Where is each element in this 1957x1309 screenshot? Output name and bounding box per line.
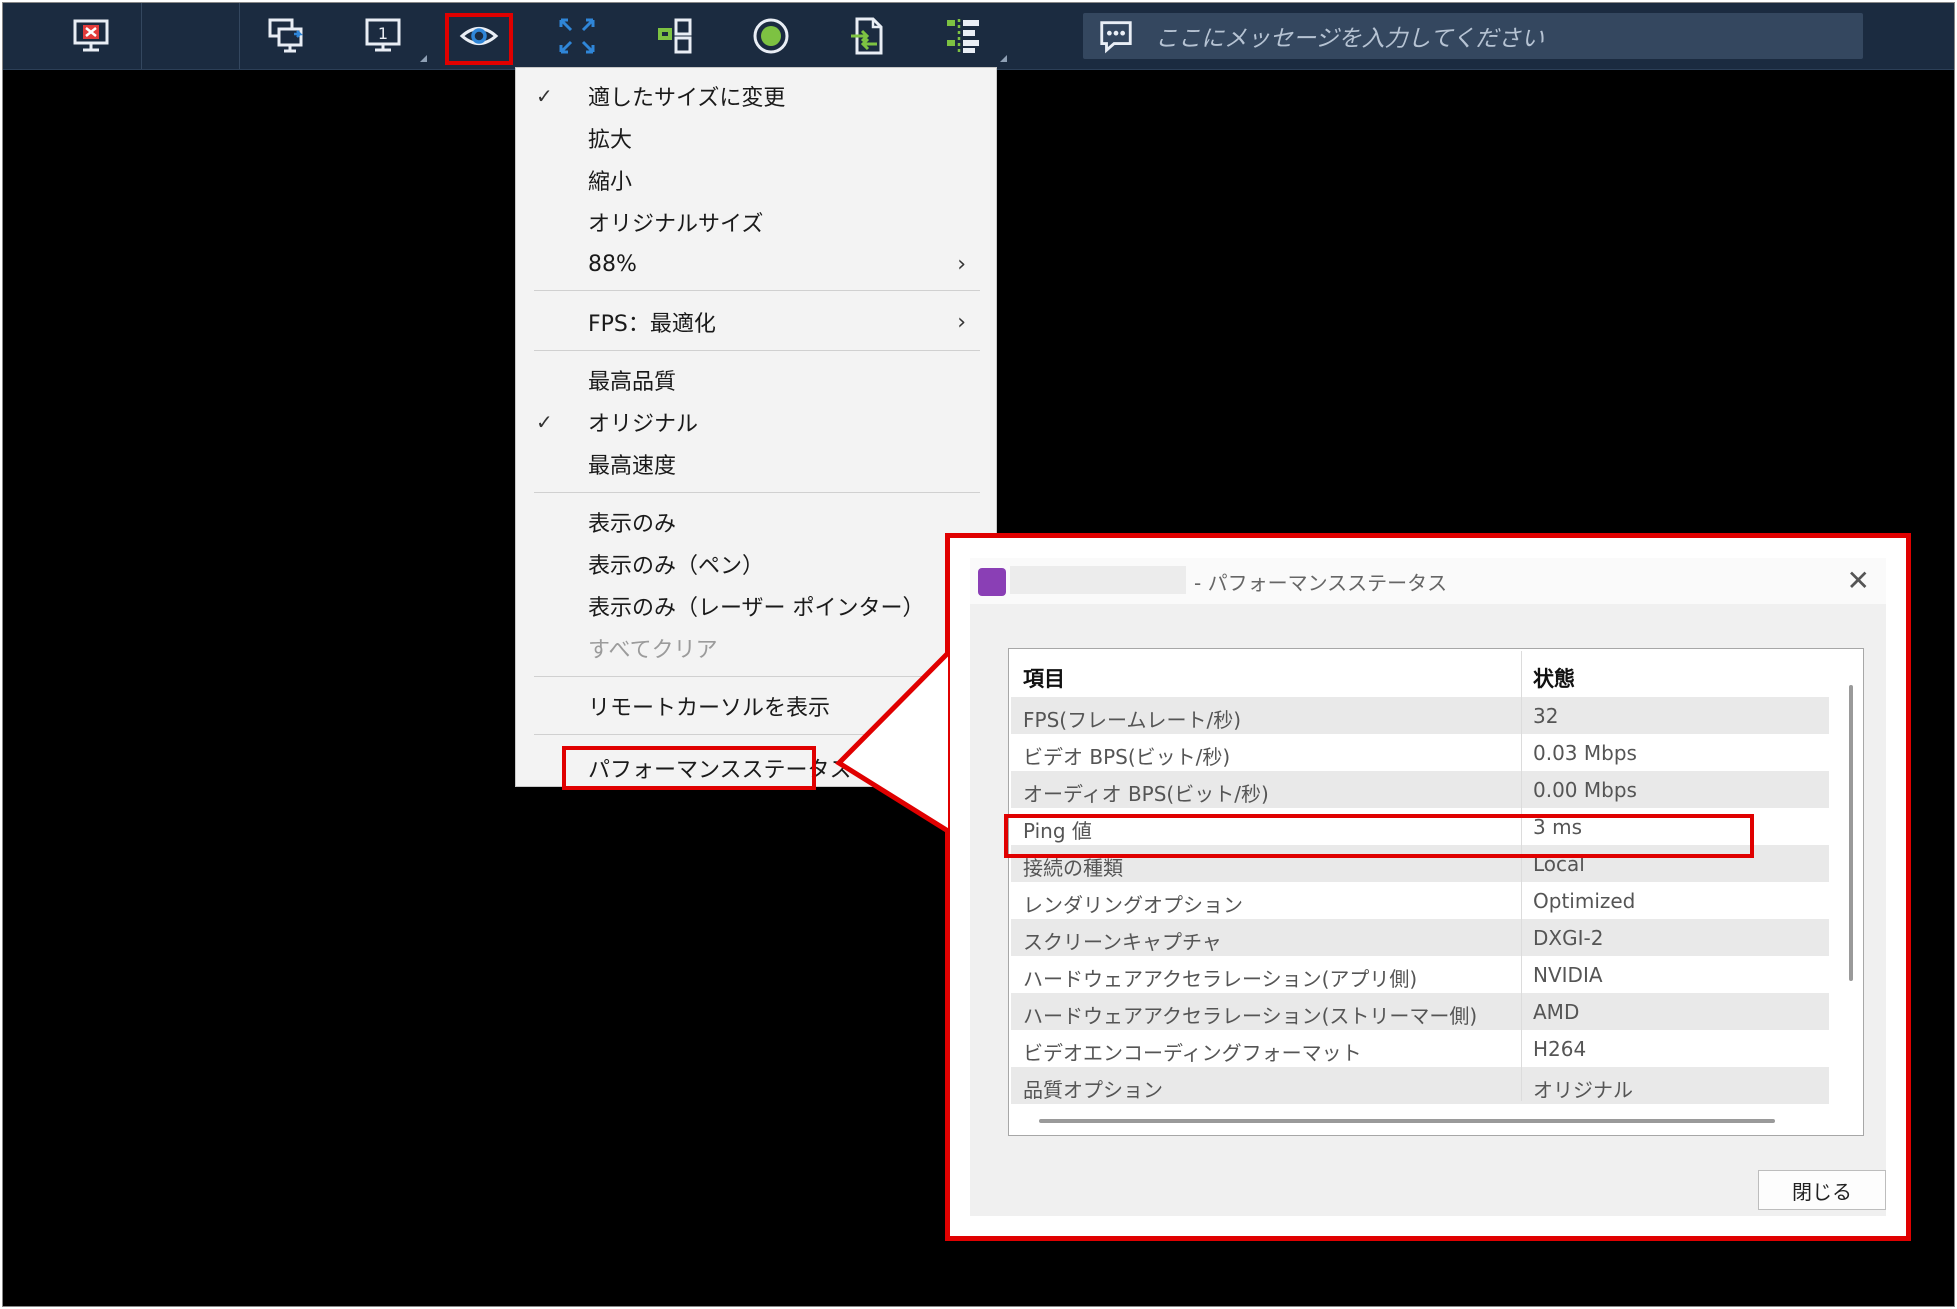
table-row: ハードウェアアクセラレーション(ストリーマー側) AMD (1011, 993, 1829, 1030)
remote-control-icon (658, 18, 692, 54)
menu-item-view-only[interactable]: 表示のみ (516, 502, 996, 542)
menu-item-fit-size[interactable]: ✓ 適したサイズに変更 (516, 76, 996, 116)
toolbar: 1 ここにメッセージを入力してください (3, 3, 1954, 70)
table-row: レンダリングオプション Optimized (1023, 889, 1636, 917)
table-row: 品質オプション オリジナル (1011, 1067, 1829, 1104)
menu-item-best-speed[interactable]: 最高速度 (516, 444, 996, 484)
remote-control-button[interactable] (649, 11, 701, 61)
file-transfer-icon (851, 17, 883, 55)
performance-status-dialog: - パフォーマンスステータス ✕ 項目 状態 FPS(フレームレート/秒) 32 … (970, 558, 1886, 1216)
table-row: オーディオ BPS(ビット/秒) 0.00 Mbps (1011, 771, 1829, 808)
menu-item-label: すべてクリア (588, 638, 718, 663)
settings-list-button[interactable] (937, 11, 989, 61)
file-transfer-button[interactable] (841, 11, 893, 61)
menu-item-label: オリジナルサイズ (588, 212, 764, 237)
header-item: 項目 (1023, 667, 1065, 691)
disconnect-button[interactable] (65, 11, 117, 61)
menu-item-label: 表示のみ（レーザー ポインター） (588, 596, 925, 621)
dialog-title: - パフォーマンスステータス (1194, 570, 1448, 595)
fullscreen-button[interactable] (551, 11, 603, 61)
view-menu: ✓ 適したサイズに変更 拡大 縮小 オリジナルサイズ 88% › FPS：最適化… (515, 67, 997, 790)
table-row: ハードウェアアクセラレーション(アプリ側) NVIDIA (1023, 963, 1603, 991)
menu-item-label: 適したサイズに変更 (588, 86, 786, 111)
header-status: 状態 (1533, 667, 1575, 691)
menu-item-show-remote-cursor[interactable]: リモートカーソルを表示 (516, 686, 996, 726)
vertical-scrollbar[interactable] (1849, 685, 1853, 981)
menu-item-clear-all: すべてクリア (516, 628, 996, 668)
fullscreen-icon (559, 18, 595, 54)
monitor-number: 1 (378, 24, 388, 43)
menu-item-original-size[interactable]: オリジナルサイズ (516, 202, 996, 242)
callout-box: - パフォーマンスステータス ✕ 項目 状態 FPS(フレームレート/秒) 32 … (945, 533, 1911, 1241)
app-icon (978, 568, 1006, 596)
chevron-right-icon: › (957, 309, 966, 335)
menu-item-label: FPS：最適化 (588, 312, 716, 337)
monitor-1-icon: 1 (365, 18, 401, 52)
check-icon: ✓ (536, 410, 553, 434)
menu-item-label: リモートカーソルを表示 (588, 696, 831, 721)
message-input[interactable]: ここにメッセージを入力してください (1083, 13, 1863, 59)
menu-item-original[interactable]: ✓ オリジナル (516, 402, 996, 442)
menu-item-label: 88% (588, 251, 637, 277)
menu-item-label: 表示のみ (588, 512, 677, 537)
switch-monitor-icon (268, 18, 304, 53)
close-button[interactable]: 閉じる (1758, 1170, 1886, 1210)
view-button-highlight (445, 13, 513, 65)
status-table: 項目 状態 FPS(フレームレート/秒) 32 ビデオ BPS(ビット/秒) 0.0… (1008, 648, 1864, 1136)
menu-item-best-quality[interactable]: 最高品質 (516, 360, 996, 400)
table-row: スクリーンキャプチャ DXGI-2 (1011, 919, 1829, 956)
record-button[interactable] (745, 11, 797, 61)
menu-item-label: オリジナル (588, 412, 699, 437)
chevron-right-icon: › (957, 251, 966, 277)
record-icon (753, 18, 789, 54)
menu-item-label: 拡大 (588, 128, 633, 153)
menu-item-view-only-pen[interactable]: 表示のみ（ペン） (516, 544, 996, 584)
menu-item-label: 表示のみ（ペン） (588, 554, 765, 579)
chat-bubble-icon (1100, 21, 1132, 54)
switch-monitor-button[interactable] (261, 11, 313, 61)
message-placeholder: ここにメッセージを入力してください (1155, 26, 1545, 52)
menu-item-zoom-percent[interactable]: 88% › (516, 244, 996, 284)
menu-item-label: 縮小 (588, 170, 633, 195)
horizontal-scrollbar[interactable] (1039, 1119, 1775, 1123)
menu-item-label: 最高速度 (588, 454, 677, 479)
menu-item-fps[interactable]: FPS：最適化 › (516, 302, 996, 342)
performance-status-highlight (562, 746, 816, 790)
monitor-1-button[interactable]: 1 (357, 11, 409, 61)
table-row: ビデオエンコーディングフォーマット H264 (1023, 1037, 1587, 1065)
redacted-name (1010, 566, 1186, 594)
table-header: 項目 状態 (1011, 651, 1829, 697)
menu-item-zoom-out[interactable]: 縮小 (516, 160, 996, 200)
table-row: FPS(フレームレート/秒) 32 (1011, 697, 1829, 734)
settings-list-icon (947, 19, 979, 53)
check-icon: ✓ (536, 84, 553, 108)
disconnect-icon (73, 19, 109, 52)
menu-item-view-only-laser[interactable]: 表示のみ（レーザー ポインター） (516, 586, 996, 626)
menu-item-zoom-in[interactable]: 拡大 (516, 118, 996, 158)
dialog-titlebar: - パフォーマンスステータス ✕ (970, 558, 1886, 604)
menu-item-label: 最高品質 (588, 370, 677, 395)
remote-desktop-window: 1 ここにメッセージを入力してください ✓ 適したサイズに変更 拡大 縮小 オリ… (2, 2, 1955, 1307)
close-icon[interactable]: ✕ (1847, 564, 1870, 597)
table-row: ビデオ BPS(ビット/秒) 0.03 Mbps (1023, 741, 1637, 769)
connection-type-highlight (1004, 814, 1754, 858)
